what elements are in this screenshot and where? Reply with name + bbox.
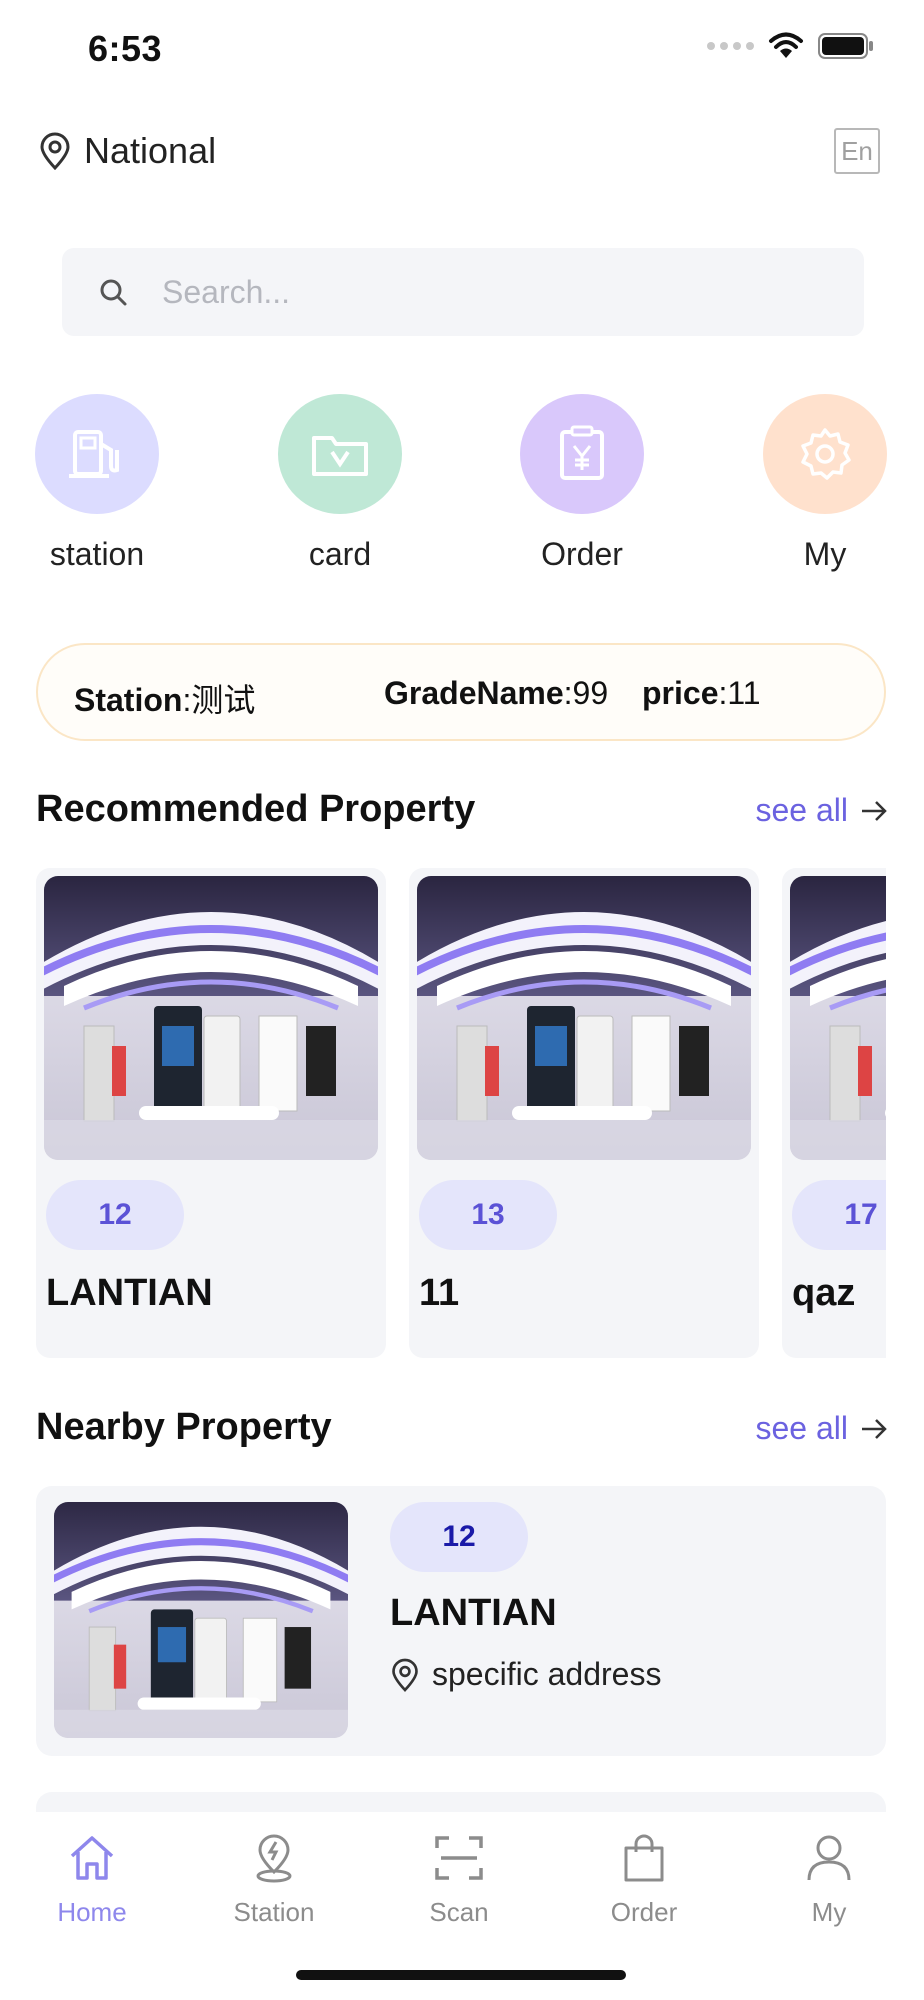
card-folder-icon [312,436,368,476]
station-image [44,876,378,1160]
quick-action-station[interactable]: station [17,394,177,573]
search-icon [100,279,127,306]
search-input[interactable] [162,273,802,311]
location-selector[interactable]: National [38,130,216,172]
address-text: specific address [432,1656,662,1692]
battery-icon [818,33,873,59]
property-name: 11 [419,1272,460,1314]
user-icon [807,1835,851,1881]
quick-action-label: station [49,536,145,572]
rating-badge: 12 [46,1180,184,1250]
station-image [790,876,886,1160]
quick-action-order[interactable]: Order [502,394,662,573]
nav-label: My [811,1897,847,1927]
rating-badge: 17 [792,1180,886,1250]
arrow-right-icon [862,800,887,821]
quick-action-circle [278,394,402,514]
nav-label: Scan [429,1897,489,1927]
location-pin-icon [392,1658,418,1692]
nav-my[interactable]: My [754,1832,904,1928]
recommended-carousel[interactable]: 12 LANTIAN 13 11 17 qaz [36,868,886,1358]
nav-label: Home [57,1897,127,1927]
gear-icon [801,428,851,480]
nav-order[interactable]: Order [569,1832,719,1928]
shopping-bag-icon [624,1834,664,1882]
price-info-banner[interactable]: Station:测试 GradeName:99 price:11 [36,643,886,741]
arrow-right-icon [862,1418,887,1439]
property-address: specific address [390,1656,661,1693]
scan-icon [435,1836,483,1880]
quick-action-label: card [308,536,372,572]
language-toggle-button[interactable]: En [834,128,880,174]
recommended-card[interactable]: 13 11 [409,868,759,1358]
quick-action-card[interactable]: card [260,394,420,573]
see-all-label: see all [755,1410,849,1446]
yen-receipt-icon [560,425,604,480]
nearby-card[interactable]: 12 LANTIAN specific address [36,1486,886,1756]
quick-action-circle [763,394,887,514]
recommended-title: Recommended Property [36,788,476,830]
home-indicator [296,1970,626,1980]
fuel-pump-icon [69,430,119,478]
nav-home[interactable]: Home [17,1832,167,1928]
rating-badge: 13 [419,1180,557,1250]
recommended-see-all-link[interactable]: see all [756,792,889,829]
station-image [54,1502,348,1738]
nearby-see-all-link[interactable]: see all [756,1410,889,1447]
recommended-card[interactable]: 17 qaz [782,868,886,1358]
recommended-card[interactable]: 12 LANTIAN [36,868,386,1358]
wifi-icon [769,32,803,58]
home-icon [70,1836,114,1880]
header: National En [0,120,924,184]
search-box[interactable] [62,248,864,336]
location-label: National [84,130,217,171]
quick-actions: station card Order My [0,394,924,574]
property-name: LANTIAN [46,1272,213,1314]
nav-label: Order [610,1897,678,1927]
quick-action-circle [35,394,159,514]
quick-action-my[interactable]: My [745,394,905,573]
see-all-label: see all [755,792,849,828]
property-name: qaz [792,1272,856,1314]
rating-badge: 12 [390,1502,528,1572]
station-info: Station:测试 [74,682,256,718]
station-image [417,876,751,1160]
status-time: 6:53 [88,28,163,69]
nav-station[interactable]: Station [199,1832,349,1928]
grade-info: GradeName:99 [384,675,609,711]
nearby-title: Nearby Property [36,1406,332,1448]
cellular-signal-icon [707,42,754,50]
station-pin-icon [256,1834,292,1883]
status-bar: 6:53 [0,0,924,100]
location-pin-icon [40,132,70,170]
nav-label: Station [233,1897,315,1927]
price-info: price:11 [642,675,761,711]
quick-action-label: Order [541,536,623,572]
nav-scan[interactable]: Scan [384,1832,534,1928]
quick-action-circle [520,394,644,514]
property-name: LANTIAN [390,1592,557,1634]
status-icons [707,32,874,60]
quick-action-label: My [803,536,847,572]
bottom-navigation: Home Station Scan Order My [0,1812,924,2000]
